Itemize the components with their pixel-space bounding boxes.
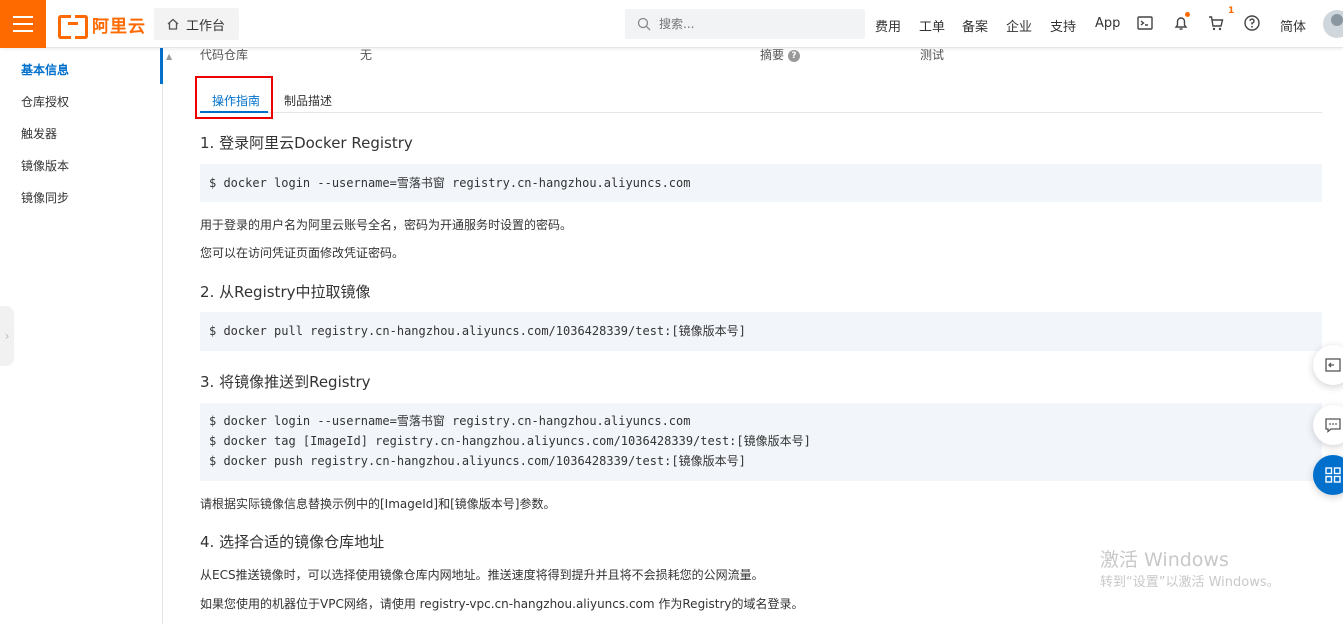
sidebar: 基本信息 仓库授权 触发器 镜像版本 镜像同步 [0, 48, 163, 624]
summary-label-text: 摘要 [760, 48, 785, 62]
notification-dot [1185, 12, 1190, 17]
cart-badge: 1 [1228, 6, 1235, 16]
scroll-up-arrow-icon[interactable]: ▲ [166, 52, 172, 61]
cart-icon[interactable] [1207, 14, 1225, 32]
search-icon [637, 17, 651, 31]
replace-params-note: 请根据实际镜像信息替换示例中的[ImageId]和[镜像版本号]参数。 [200, 497, 556, 511]
code-line: $ docker login --username=雪落书窗 registry.… [209, 414, 691, 428]
chat-icon [1325, 418, 1341, 433]
section-3-title: 3. 将镜像推送到Registry [200, 373, 371, 391]
workbench-label: 工作台 [186, 18, 226, 34]
nav-icp[interactable]: 备案 [962, 16, 988, 35]
windows-activation-hint: 转到“设置”以激活 Windows。 [1100, 575, 1280, 590]
collapse-panel-icon [1325, 358, 1341, 372]
question-icon[interactable]: ? [788, 49, 801, 62]
sidebar-scroll-indicator [160, 48, 163, 84]
aliyun-logo[interactable]: 阿里云 [58, 12, 146, 39]
sidebar-item-basic-info[interactable]: 基本信息 [21, 61, 69, 78]
terminal-icon[interactable] [1136, 14, 1154, 32]
language-switch[interactable]: 简体 [1280, 16, 1306, 35]
code-block-login: $ docker login --username=雪落书窗 registry.… [200, 164, 1322, 202]
windows-activation-title: 激活 Windows [1100, 549, 1229, 571]
nav-app[interactable]: App [1095, 16, 1120, 31]
code-line: $ docker pull registry.cn-hangzhou.aliyu… [209, 324, 746, 338]
section-4-title: 4. 选择合适的镜像仓库地址 [200, 533, 385, 551]
section-1-title: 1. 登录阿里云Docker Registry [200, 134, 413, 152]
apps-button[interactable] [1313, 455, 1343, 495]
code-block-push: $ docker login --username=雪落书窗 registry.… [200, 403, 1322, 481]
sidebar-collapse-handle[interactable]: › [0, 306, 14, 366]
sidebar-item-image-sync[interactable]: 镜像同步 [21, 189, 69, 206]
red-highlight-box [195, 76, 273, 119]
nav-ticket[interactable]: 工单 [919, 16, 945, 35]
sidebar-item-image-versions[interactable]: 镜像版本 [21, 157, 69, 174]
nav-billing[interactable]: 费用 [875, 16, 901, 35]
top-bar: 阿里云 工作台 费用 工单 备案 企业 支持 App 1 简体 [0, 0, 1343, 48]
hamburger-menu-icon[interactable] [0, 0, 46, 48]
workbench-button[interactable]: 工作台 [154, 8, 240, 40]
tab-bar: 操作指南 制品描述 [200, 86, 1322, 113]
code-block-pull: $ docker pull registry.cn-hangzhou.aliyu… [200, 312, 1322, 351]
repo-label: 代码仓库 [200, 48, 249, 62]
password-note: 您可以在访问凭证页面修改凭证密码。 [200, 246, 405, 260]
repo-value: 无 [360, 48, 373, 62]
help-icon[interactable] [1243, 14, 1261, 32]
login-note: 用于登录的用户名为阿里云账号全名，密码为开通服务时设置的密码。 [200, 218, 573, 232]
search-input[interactable] [659, 17, 839, 31]
summary-label: 摘要? [760, 46, 801, 63]
code-line: $ docker login --username=雪落书窗 registry.… [209, 176, 691, 190]
sidebar-item-repo-auth[interactable]: 仓库授权 [21, 93, 69, 110]
search-box[interactable] [625, 9, 865, 39]
ecs-note: 从ECS推送镜像时，可以选择使用镜像仓库内网地址。推送速度将得到提升并且将不会损… [200, 568, 764, 582]
nav-support[interactable]: 支持 [1050, 16, 1076, 35]
aliyun-logo-icon [58, 15, 88, 39]
nav-enterprise[interactable]: 企业 [1006, 16, 1032, 35]
grid-apps-icon [1325, 467, 1341, 483]
brand-name: 阿里云 [92, 16, 146, 37]
summary-value: 测试 [920, 48, 945, 62]
avatar[interactable] [1323, 10, 1343, 38]
home-icon [167, 18, 179, 30]
tab-artifact-description[interactable]: 制品描述 [284, 92, 332, 109]
vpc-note: 如果您使用的机器位于VPC网络，请使用 registry-vpc.cn-hang… [200, 597, 804, 611]
code-line: $ docker push registry.cn-hangzhou.aliyu… [209, 454, 746, 468]
sidebar-item-triggers[interactable]: 触发器 [21, 125, 57, 142]
section-2-title: 2. 从Registry中拉取镜像 [200, 283, 371, 301]
code-line: $ docker tag [ImageId] registry.cn-hangz… [209, 434, 811, 448]
feedback-button[interactable] [1313, 345, 1343, 385]
chevron-right-icon: › [4, 329, 10, 343]
